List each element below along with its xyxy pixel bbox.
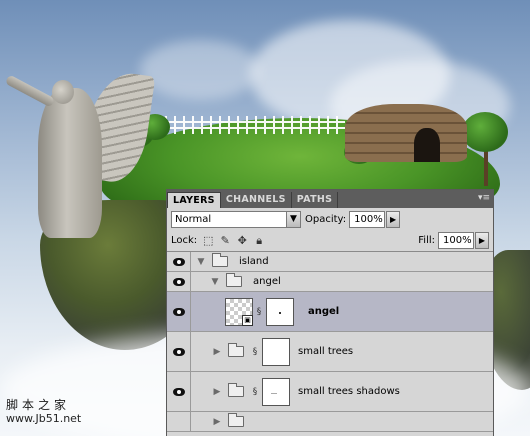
layer-name: angel xyxy=(253,276,281,287)
panel-menu-icon[interactable]: ▾≡ xyxy=(478,192,490,204)
smart-object-icon: ▣ xyxy=(242,314,253,326)
folder-icon xyxy=(212,253,228,267)
angel-statue-arm xyxy=(4,74,56,108)
white-fence xyxy=(165,116,345,134)
visibility-toggle[interactable] xyxy=(167,372,191,411)
folder-icon xyxy=(228,413,244,427)
lock-position-icon[interactable]: ✥ xyxy=(236,234,248,247)
eye-icon xyxy=(172,277,185,286)
layers-list: ▼ island ▼ angel ▣ § angel ▶ § small tre… xyxy=(167,252,493,432)
layer-name: small trees shadows xyxy=(298,386,400,397)
layer-mask-thumbnail[interactable] xyxy=(262,377,290,406)
tab-layers[interactable]: LAYERS xyxy=(167,192,221,208)
tree-trunk xyxy=(484,150,488,186)
watermark-url: www.Jb51.net xyxy=(6,412,82,425)
mask-link-icon[interactable]: § xyxy=(251,347,259,357)
layer-name: angel xyxy=(308,306,340,317)
layer-thumbnail: ▣ xyxy=(225,297,253,326)
mask-smudge xyxy=(271,392,277,394)
watermark-site-name: 脚本之家 xyxy=(6,398,71,412)
eye-icon xyxy=(172,257,185,266)
visibility-toggle-empty[interactable] xyxy=(167,412,191,431)
layer-row[interactable]: ▶ § small trees xyxy=(167,332,493,372)
expand-triangle-open-icon[interactable]: ▼ xyxy=(195,257,207,267)
layer-row[interactable]: ▶ § small trees shadows xyxy=(167,372,493,412)
expand-triangle-closed-icon[interactable]: ▶ xyxy=(211,347,223,357)
folder-icon xyxy=(228,343,244,357)
chevron-down-icon[interactable]: ▼ xyxy=(286,211,300,227)
layer-row[interactable]: ▼ island xyxy=(167,252,493,272)
folder-icon xyxy=(226,273,242,287)
layer-mask-thumbnail[interactable] xyxy=(262,337,290,366)
mask-dot xyxy=(279,311,281,314)
fill-field[interactable]: 100% xyxy=(438,232,474,249)
mask-link-icon[interactable]: § xyxy=(255,307,263,317)
lock-row: Lock: ⬚ ✎ ✥ 🔒︎ Fill: 100% ▶ xyxy=(167,230,493,252)
expand-triangle-closed-icon[interactable]: ▶ xyxy=(211,417,223,427)
layer-mask-thumbnail[interactable] xyxy=(266,297,294,326)
visibility-toggle[interactable] xyxy=(167,332,191,371)
panel-tab-bar: LAYERS CHANNELS PATHS ▾≡ xyxy=(167,190,493,208)
lock-transparent-pixels-icon[interactable]: ⬚ xyxy=(202,234,214,247)
layer-row-partial[interactable]: ▶ xyxy=(167,412,493,432)
expand-triangle-open-icon[interactable]: ▼ xyxy=(209,277,221,287)
visibility-toggle[interactable] xyxy=(167,272,191,291)
mask-link-icon[interactable]: § xyxy=(251,387,259,397)
opacity-label: Opacity: xyxy=(305,213,347,225)
blend-mode-select[interactable]: Normal ▼ xyxy=(171,210,301,228)
layers-panel: LAYERS CHANNELS PATHS ▾≡ Normal ▼ Opacit… xyxy=(166,189,494,436)
angel-statue xyxy=(38,88,102,238)
visibility-toggle[interactable] xyxy=(167,252,191,271)
angel-statue-head xyxy=(52,80,74,104)
stone-cave xyxy=(345,104,467,162)
fill-slider-arrow-icon[interactable]: ▶ xyxy=(475,232,489,249)
folder-icon xyxy=(228,383,244,397)
opacity-slider-arrow-icon[interactable]: ▶ xyxy=(386,210,401,228)
layer-name: island xyxy=(239,256,269,267)
tab-paths[interactable]: PATHS xyxy=(292,192,339,208)
eye-icon xyxy=(172,307,185,316)
lock-image-pixels-icon[interactable]: ✎ xyxy=(219,234,231,247)
site-watermark: 脚本之家 www.Jb51.net xyxy=(6,398,116,426)
eye-icon xyxy=(172,347,185,356)
eye-icon xyxy=(172,387,185,396)
cloud xyxy=(140,40,260,100)
visibility-toggle[interactable] xyxy=(167,292,191,331)
tab-channels[interactable]: CHANNELS xyxy=(221,192,292,208)
blend-row: Normal ▼ Opacity: 100% ▶ xyxy=(167,208,493,230)
blend-mode-value: Normal xyxy=(175,213,212,225)
lock-all-icon[interactable]: 🔒︎ xyxy=(253,234,265,247)
lock-label: Lock: xyxy=(171,235,198,246)
expand-triangle-closed-icon[interactable]: ▶ xyxy=(211,387,223,397)
layer-row-selected[interactable]: ▣ § angel xyxy=(167,292,493,332)
opacity-field[interactable]: 100% xyxy=(349,210,386,228)
layer-row[interactable]: ▼ angel xyxy=(167,272,493,292)
layer-name: small trees xyxy=(298,346,354,357)
fill-label: Fill: xyxy=(418,235,435,246)
tree xyxy=(462,112,508,152)
cave-entrance xyxy=(414,128,440,162)
